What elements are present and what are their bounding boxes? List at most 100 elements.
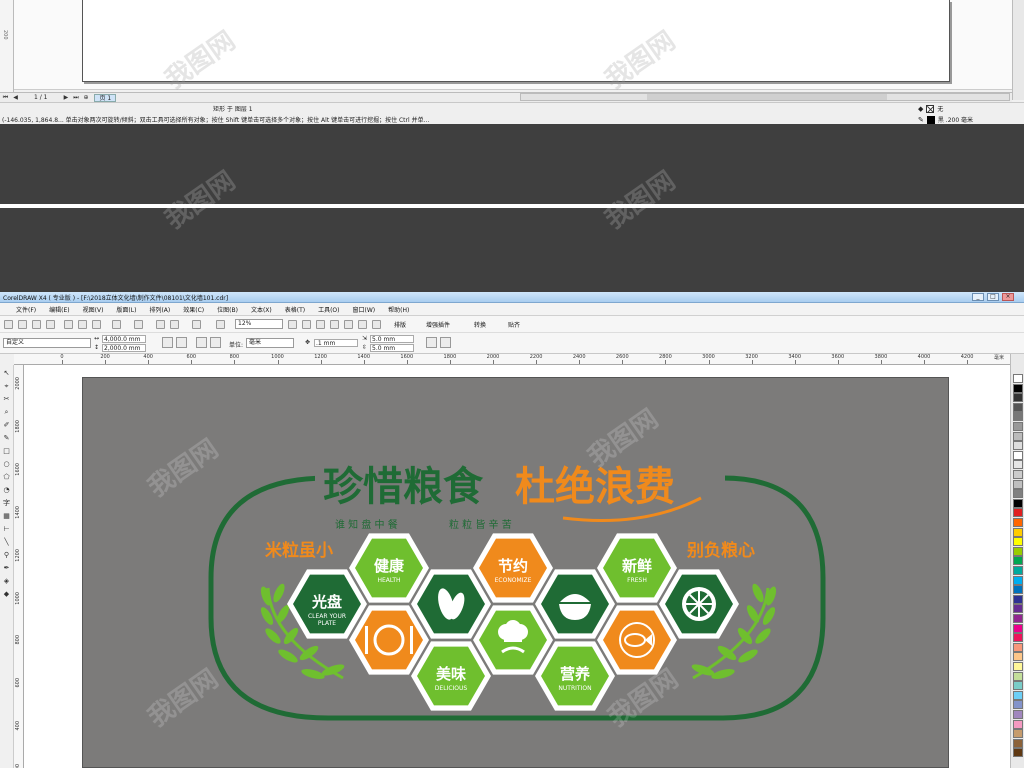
menu-bitmaps[interactable]: 位图(B) bbox=[217, 305, 238, 314]
prev-page-icon[interactable]: ◀ bbox=[11, 94, 20, 102]
menu-help[interactable]: 帮助(H) bbox=[388, 305, 409, 314]
freehand-tool-icon[interactable]: ✐ bbox=[2, 421, 11, 430]
landscape-icon[interactable] bbox=[176, 337, 187, 348]
open-icon[interactable] bbox=[18, 320, 27, 329]
menu-effects[interactable]: 效果(C) bbox=[183, 305, 204, 314]
palette-swatch[interactable] bbox=[1013, 671, 1023, 681]
close-button[interactable]: × bbox=[1002, 293, 1014, 301]
menu-layout[interactable]: 版面(L) bbox=[116, 305, 136, 314]
menu-edit[interactable]: 编辑(E) bbox=[49, 305, 69, 314]
unit-select[interactable]: 毫米 bbox=[246, 338, 294, 348]
plugin-layout[interactable]: 排版 bbox=[394, 320, 406, 329]
shape-tool-icon[interactable]: ⌖ bbox=[2, 382, 11, 391]
palette-swatch[interactable] bbox=[1013, 690, 1023, 700]
interactive-fill-icon[interactable]: ◆ bbox=[2, 590, 11, 599]
palette-swatch[interactable] bbox=[1013, 614, 1023, 623]
copy-icon[interactable] bbox=[78, 320, 87, 329]
page-width-field[interactable]: 4,000.0 mm bbox=[102, 335, 146, 343]
menu-window[interactable]: 窗口(W) bbox=[353, 305, 376, 314]
options-icon[interactable] bbox=[440, 337, 451, 348]
zoom-tool-icon[interactable]: ⌕ bbox=[2, 408, 11, 417]
palette-swatch[interactable] bbox=[1013, 470, 1023, 479]
plugin-snap[interactable]: 贴齐 bbox=[508, 320, 520, 329]
ellipse-tool-icon[interactable]: ○ bbox=[2, 460, 11, 469]
last-page-icon[interactable]: ⏭ bbox=[71, 94, 80, 102]
plugin-enhance[interactable]: 增强插件 bbox=[426, 320, 450, 329]
undo-icon[interactable] bbox=[112, 320, 121, 329]
palette-swatch[interactable] bbox=[1013, 594, 1023, 604]
basic-shapes-icon[interactable]: ◔ bbox=[2, 486, 11, 495]
palette-swatch[interactable] bbox=[1013, 748, 1023, 758]
horizontal-ruler[interactable]: 0 200 400 600 800 1000 1200 1400 1600 1800 2000 220… bbox=[14, 354, 1010, 365]
eyedropper-tool-icon[interactable]: ⚲ bbox=[2, 551, 11, 560]
duplicate-x-field[interactable]: 5.0 mm bbox=[370, 335, 414, 343]
import-icon[interactable] bbox=[156, 320, 165, 329]
outline-indicator[interactable]: ✎ 黑 .200 毫米 bbox=[918, 115, 973, 124]
palette-swatch[interactable] bbox=[1013, 633, 1023, 643]
text-tool-icon[interactable]: 字 bbox=[2, 499, 11, 508]
palette-swatch[interactable] bbox=[1013, 508, 1023, 518]
palette-swatch[interactable] bbox=[1013, 422, 1023, 431]
palette-swatch[interactable] bbox=[1013, 738, 1023, 748]
dimension-tool-icon[interactable]: ⊢ bbox=[2, 525, 11, 534]
palette-swatch[interactable] bbox=[1013, 460, 1023, 470]
palette-swatch[interactable] bbox=[1013, 479, 1023, 489]
palette-swatch[interactable] bbox=[1013, 546, 1023, 556]
export-icon[interactable] bbox=[170, 320, 179, 329]
maximize-button[interactable]: □ bbox=[987, 293, 999, 301]
palette-swatch[interactable] bbox=[1013, 383, 1023, 393]
palette-swatch[interactable] bbox=[1013, 556, 1023, 566]
minimize-button[interactable]: _ bbox=[972, 293, 984, 301]
duplicate-y-field[interactable]: 5.0 mm bbox=[370, 344, 414, 352]
cut-icon[interactable] bbox=[64, 320, 73, 329]
rectangle-tool-icon[interactable]: □ bbox=[2, 447, 11, 456]
zoom-width-icon[interactable] bbox=[358, 320, 367, 329]
palette-swatch[interactable] bbox=[1013, 729, 1023, 739]
menu-view[interactable]: 视图(V) bbox=[83, 305, 104, 314]
welcome-icon[interactable] bbox=[216, 320, 225, 329]
print-icon[interactable] bbox=[46, 320, 55, 329]
menu-tools[interactable]: 工具(O) bbox=[318, 305, 339, 314]
page-height-field[interactable]: 2,000.0 mm bbox=[102, 344, 146, 352]
scroll-thumb[interactable] bbox=[647, 94, 887, 100]
zoom-selected-icon[interactable] bbox=[316, 320, 325, 329]
all-pages-icon[interactable] bbox=[196, 337, 207, 348]
menu-text[interactable]: 文本(X) bbox=[251, 305, 272, 314]
palette-swatch[interactable] bbox=[1013, 566, 1023, 575]
pick-tool-icon[interactable]: ↖ bbox=[2, 369, 11, 378]
plugin-convert[interactable]: 转换 bbox=[474, 320, 486, 329]
top-horizontal-scrollbar[interactable] bbox=[520, 93, 1010, 101]
first-page-icon[interactable]: ⏮ bbox=[1, 94, 10, 102]
palette-swatch[interactable] bbox=[1013, 681, 1023, 691]
paste-icon[interactable] bbox=[92, 320, 101, 329]
zoom-level-select[interactable]: 12% bbox=[235, 319, 283, 329]
paper-preset-select[interactable]: 自定义 bbox=[3, 338, 91, 348]
palette-swatch[interactable] bbox=[1013, 450, 1023, 460]
palette-swatch[interactable] bbox=[1013, 662, 1023, 671]
zoom-height-icon[interactable] bbox=[372, 320, 381, 329]
launcher-icon[interactable] bbox=[192, 320, 201, 329]
palette-swatch[interactable] bbox=[1013, 652, 1023, 662]
palette-swatch[interactable] bbox=[1013, 575, 1023, 585]
palette-swatch[interactable] bbox=[1013, 402, 1023, 412]
zoom-out-icon[interactable] bbox=[302, 320, 311, 329]
fill-tool-icon[interactable]: ◈ bbox=[2, 577, 11, 586]
add-page-icon[interactable]: ⊕ bbox=[81, 94, 90, 102]
menu-arrange[interactable]: 排列(A) bbox=[149, 305, 170, 314]
redo-icon[interactable] bbox=[134, 320, 143, 329]
palette-swatch[interactable] bbox=[1013, 441, 1023, 451]
palette-swatch[interactable] bbox=[1013, 710, 1023, 719]
palette-swatch[interactable] bbox=[1013, 642, 1023, 652]
palette-swatch[interactable] bbox=[1013, 585, 1023, 595]
polygon-tool-icon[interactable]: ⬠ bbox=[2, 473, 11, 482]
palette-swatch[interactable] bbox=[1013, 393, 1023, 403]
portrait-icon[interactable] bbox=[162, 337, 173, 348]
palette-swatch[interactable] bbox=[1013, 489, 1023, 499]
smart-fill-icon[interactable]: ✎ bbox=[2, 434, 11, 443]
zoom-in-icon[interactable] bbox=[288, 320, 297, 329]
palette-swatch[interactable] bbox=[1013, 374, 1023, 383]
new-icon[interactable] bbox=[4, 320, 13, 329]
table-tool-icon[interactable]: ▦ bbox=[2, 512, 11, 521]
palette-swatch[interactable] bbox=[1013, 431, 1023, 441]
fill-indicator[interactable]: ◆ 无 bbox=[918, 104, 943, 113]
